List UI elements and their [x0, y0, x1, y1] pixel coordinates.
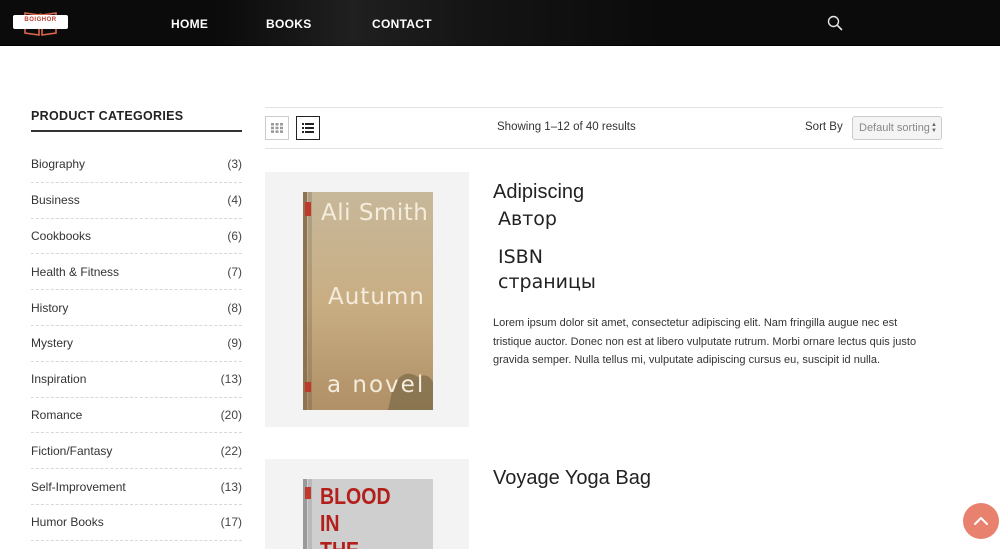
cover-line-1: BLOOD — [320, 483, 391, 509]
category-count: (4) — [227, 193, 242, 208]
category-count: (9) — [227, 336, 242, 351]
category-name: Biography — [31, 157, 86, 172]
category-count: (8) — [227, 300, 242, 315]
product-description: Lorem ipsum dolor sit amet, consectetur … — [493, 317, 917, 366]
category-count: (20) — [220, 407, 242, 422]
category-name: Cookbooks — [31, 228, 92, 243]
product-author-label: Автор — [498, 208, 557, 230]
category-item-biography[interactable]: Biography (3) — [31, 147, 242, 183]
category-item-history[interactable]: History (8) — [31, 290, 242, 326]
category-item-inspiration[interactable]: Inspiration (13) — [31, 362, 242, 398]
sort-select[interactable]: Default sorting ▲ ▼ — [852, 116, 942, 140]
category-name: Health & Fitness — [31, 264, 120, 279]
select-arrows-icon: ▲ ▼ — [931, 122, 937, 134]
category-item-self-improvement[interactable]: Self-Improvement (13) — [31, 469, 242, 505]
site-logo[interactable]: BOIGHOR — [13, 9, 68, 37]
product-title-1[interactable]: Adipiscing — [493, 181, 584, 204]
sort-select-value: Default sorting — [859, 122, 930, 134]
scroll-to-top-button[interactable] — [963, 503, 999, 539]
category-name: Inspiration — [31, 372, 87, 387]
chevron-up-icon — [974, 517, 988, 525]
cover-author: Ali Smith — [321, 200, 429, 226]
category-item-humor-books[interactable]: Humor Books (17) — [31, 505, 242, 541]
category-item-romance[interactable]: Romance (20) — [31, 398, 242, 434]
category-list: Biography (3) Business (4) Cookbooks (6)… — [31, 147, 242, 541]
nav-home[interactable]: HOME — [171, 17, 208, 31]
product-image-2[interactable]: BLOOD IN THE — [265, 459, 469, 549]
site-header: BOIGHOR HOME BOOKS CONTACT — [0, 0, 1000, 46]
category-count: (13) — [220, 372, 242, 387]
category-item-cookbooks[interactable]: Cookbooks (6) — [31, 219, 242, 255]
category-count: (17) — [220, 515, 242, 530]
category-count: (6) — [227, 228, 242, 243]
category-count: (13) — [220, 479, 242, 494]
nav-books[interactable]: BOOKS — [266, 17, 312, 31]
product-isbn-label: ISBN — [498, 246, 543, 268]
category-count: (3) — [227, 157, 242, 172]
category-item-health-fitness[interactable]: Health & Fitness (7) — [31, 254, 242, 291]
category-count: (22) — [220, 443, 242, 458]
category-name: History — [31, 300, 69, 315]
list-icon — [302, 123, 314, 133]
nav-contact[interactable]: CONTACT — [372, 17, 432, 31]
category-item-business[interactable]: Business (4) — [31, 183, 242, 219]
category-name: Fiction/Fantasy — [31, 443, 113, 458]
sort-label: Sort By — [805, 121, 843, 133]
results-count: Showing 1–12 of 40 results — [497, 121, 636, 133]
grid-view-button[interactable] — [265, 116, 289, 140]
cover-title: Autumn — [328, 284, 425, 310]
product-title-2[interactable]: Voyage Yoga Bag — [493, 467, 651, 490]
toolbar-divider-bottom — [265, 148, 943, 149]
cover-subtitle: a novel — [327, 372, 426, 398]
cover-line-3: THE — [320, 537, 391, 549]
toolbar-divider-top — [265, 107, 943, 108]
product-image-1[interactable]: Ali Smith Autumn a novel — [265, 172, 469, 427]
list-view-button[interactable] — [296, 116, 320, 140]
category-item-fiction-fantasy[interactable]: Fiction/Fantasy (22) — [31, 433, 242, 470]
cover-title: BLOOD IN THE — [320, 483, 391, 549]
grid-icon — [271, 123, 283, 133]
category-name: Business — [31, 193, 80, 208]
categories-heading-underline — [31, 130, 242, 132]
category-count: (7) — [227, 264, 242, 279]
logo-text: BOIGHOR — [24, 17, 57, 23]
product-pages-label: страницы — [498, 271, 596, 293]
search-icon[interactable] — [827, 15, 843, 31]
category-name: Humor Books — [31, 515, 104, 530]
category-name: Mystery — [31, 336, 73, 351]
cover-line-2: IN — [320, 510, 340, 536]
category-name: Romance — [31, 407, 83, 422]
categories-heading: PRODUCT CATEGORIES — [31, 109, 184, 123]
category-item-mystery[interactable]: Mystery (9) — [31, 326, 242, 362]
category-name: Self-Improvement — [31, 479, 126, 494]
